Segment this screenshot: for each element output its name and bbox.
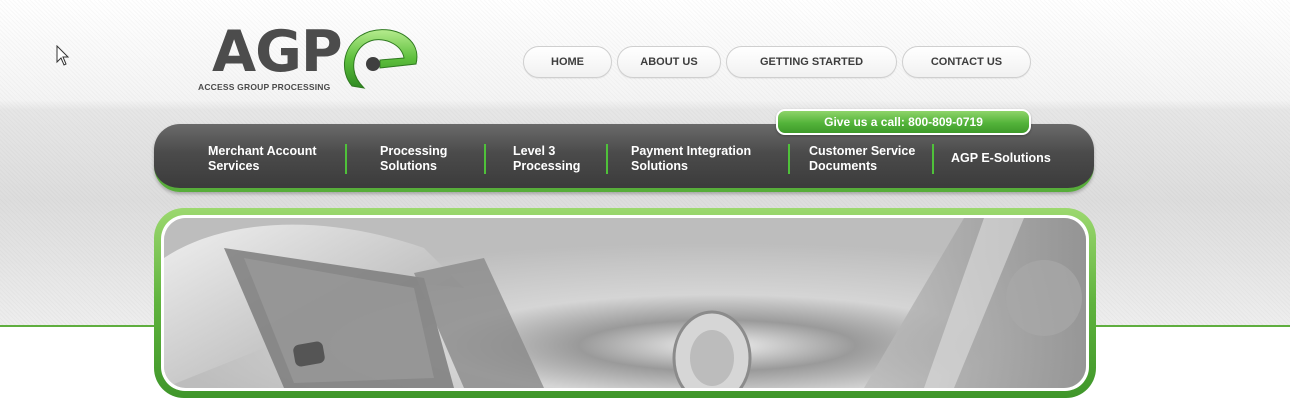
nav-separator [788,144,790,174]
nav-about-us-button[interactable]: ABOUT US [617,46,721,78]
logo-tagline: ACCESS GROUP PROCESSING [198,82,331,92]
mouse-cursor-icon [56,45,70,66]
nav-item-label: Merchant Account [208,144,317,158]
nav-item-label: Payment Integration [631,144,752,158]
nav-processing-solutions[interactable]: Processing Solutions [380,144,447,174]
nav-item-label: Services [208,159,260,173]
nav-item-label: Documents [809,159,878,173]
logo-wordmark: AGP [212,19,343,85]
nav-level-3-processing[interactable]: Level 3 Processing [513,144,580,174]
hero-banner-frame [161,215,1089,391]
nav-payment-integration-solutions[interactable]: Payment Integration Solutions [631,144,751,174]
nav-agp-e-solutions[interactable]: AGP E-Solutions [951,151,1051,166]
nav-separator [345,144,347,174]
nav-item-label: Solutions [631,159,688,173]
nav-separator [932,144,934,174]
nav-home-button[interactable]: HOME [523,46,612,78]
nav-separator [484,144,486,174]
site-logo[interactable]: AGP ACCESS GROUP PROCESSING [196,19,426,100]
nav-customer-service-documents[interactable]: Customer Service Documents [809,144,915,174]
logo-swoosh-icon [343,29,418,89]
nav-getting-started-button[interactable]: GETTING STARTED [726,46,897,78]
nav-item-label: AGP E-Solutions [951,151,1051,165]
nav-contact-us-button[interactable]: CONTACT US [902,46,1031,78]
nav-item-label: Processing [380,144,448,158]
nav-item-label: Solutions [380,159,437,173]
nav-separator [606,144,608,174]
banner-illustration [164,218,1086,388]
nav-item-label: Processing [513,159,581,173]
nav-item-label: Level 3 [513,144,556,158]
nav-item-label: Customer Service [809,144,916,158]
credit-card-money-image [164,218,1086,388]
call-us-tab[interactable]: Give us a call: 800-809-0719 [776,109,1031,135]
nav-merchant-account-services[interactable]: Merchant Account Services [208,144,317,174]
hero-banner [154,208,1096,398]
